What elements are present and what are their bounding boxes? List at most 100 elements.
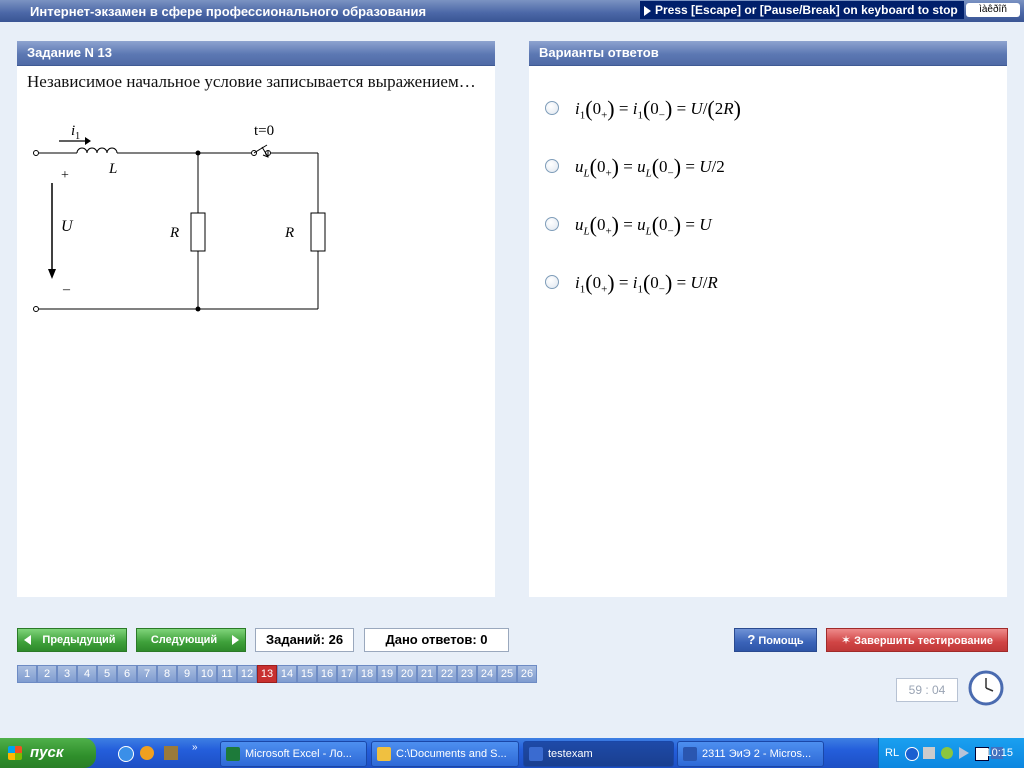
help-button-label: Помощь [758,635,804,647]
page-button-8[interactable]: 8 [157,665,177,683]
label-inductor: L [108,161,117,177]
tray-back-icon[interactable] [905,747,919,761]
page-button-12[interactable]: 12 [237,665,257,683]
printer-icon[interactable] [923,747,935,759]
title-bar: Интернет-экзамен в сфере профессионально… [0,0,1024,22]
page-button-5[interactable]: 5 [97,665,117,683]
taskbar-item-label: Microsoft Excel - Ло... [245,748,352,760]
label-voltage: U [61,218,74,235]
page-button-14[interactable]: 14 [277,665,297,683]
internet-explorer-icon[interactable] [118,746,134,762]
page-button-13[interactable]: 13 [257,665,277,683]
clock-icon [968,670,1004,706]
answer-radio[interactable] [545,159,559,173]
start-button[interactable]: пуск [0,738,96,768]
page-button-11[interactable]: 11 [217,665,237,683]
page-button-15[interactable]: 15 [297,665,317,683]
resistor-r1 [190,212,206,252]
windows-logo-icon [8,746,22,760]
app-shortcut-icon[interactable] [164,746,178,760]
runner-icon: ✶ [840,633,852,647]
page-button-20[interactable]: 20 [397,665,417,683]
taskbar-item[interactable]: 2311 ЭиЭ 2 - Micros... [677,741,824,767]
arrowhead-icon [85,137,91,145]
finish-button[interactable]: ✶ Завершить тестирование [826,628,1008,652]
terminal-bottom [33,306,39,312]
escape-hint: Press [Escape] or [Pause/Break] on keybo… [640,1,964,19]
tasks-counter: Заданий: 26 [255,628,354,652]
tray-app-icon[interactable] [941,747,953,759]
language-indicator: ìàêðîñ [966,3,1020,17]
inductor [76,147,118,154]
tray-clock[interactable]: 10:15 [985,738,1013,768]
label-minus: – [62,282,71,297]
answer-formula: uL(0+) = uL(0−) = U/2 [575,154,725,180]
timer: 59 : 04 [896,678,958,702]
page-button-3[interactable]: 3 [57,665,77,683]
next-button-label: Следующий [150,634,218,646]
page-button-25[interactable]: 25 [497,665,517,683]
escape-hint-text: Press [Escape] or [Pause/Break] on keybo… [655,3,958,17]
page-button-22[interactable]: 22 [437,665,457,683]
taskbar-item-label: C:\Documents and S... [396,748,507,760]
page-button-21[interactable]: 21 [417,665,437,683]
prev-button[interactable]: Предыдущий [17,628,127,652]
question-text: Независимое начальное условие записывает… [27,72,476,91]
answer-radio[interactable] [545,217,559,231]
resistor-r2 [310,212,326,252]
answer-formula: uL(0+) = uL(0−) = U [575,212,712,238]
label-r1: R [169,225,179,241]
prev-button-label: Предыдущий [42,634,116,646]
arrow-left-icon [24,635,31,645]
circuit-diagram: i1 t=0 L + U – R R [33,123,326,312]
window-title: Интернет-экзамен в сфере профессионально… [30,4,427,19]
taskbar-item[interactable]: testexam [523,741,674,767]
arrow-right-icon [232,635,239,645]
play-arrow-icon [644,5,651,16]
page-button-4[interactable]: 4 [77,665,97,683]
taskbar: пуск » Microsoft Excel - Ло... C:\Documen… [0,738,1024,768]
start-label: пуск [30,744,64,761]
page-button-9[interactable]: 9 [177,665,197,683]
taskbar-item-label: 2311 ЭиЭ 2 - Micros... [702,748,812,760]
play-icon[interactable] [959,747,969,759]
answers-counter: Дано ответов: 0 [364,628,509,652]
page-button-6[interactable]: 6 [117,665,137,683]
question-panel: Задание N 13 Независимое начальное услов… [17,41,495,597]
question-header: Задание N 13 [17,41,495,66]
next-button[interactable]: Следующий [136,628,246,652]
answer-formula: i1(0+) = i1(0−) = U/R [575,270,718,296]
app-icon [529,747,543,761]
page-button-16[interactable]: 16 [317,665,337,683]
page-button-18[interactable]: 18 [357,665,377,683]
media-player-icon[interactable] [140,746,154,760]
page-button-19[interactable]: 19 [377,665,397,683]
page-button-24[interactable]: 24 [477,665,497,683]
taskbar-item-label: testexam [548,748,593,760]
taskbar-item[interactable]: C:\Documents and S... [371,741,519,767]
page-button-17[interactable]: 17 [337,665,357,683]
tray-language[interactable]: RL [885,738,899,768]
finish-button-label: Завершить тестирование [854,635,994,647]
arrowhead-icon [48,269,56,279]
excel-icon [226,747,240,761]
label-plus: + [61,168,69,183]
answer-radio[interactable] [545,101,559,115]
label-current: i1 [71,123,80,142]
page-button-10[interactable]: 10 [197,665,217,683]
help-button[interactable]: ? Помощь [734,628,817,652]
label-r2: R [284,225,294,241]
word-icon [683,747,697,761]
taskbar-item[interactable]: Microsoft Excel - Ло... [220,741,367,767]
page-button-26[interactable]: 26 [517,665,537,683]
folder-icon [377,747,391,761]
page-button-7[interactable]: 7 [137,665,157,683]
page-button-23[interactable]: 23 [457,665,477,683]
answers-header: Варианты ответов [529,41,1007,66]
page-button-1[interactable]: 1 [17,665,37,683]
answer-formula: i1(0+) = i1(0−) = U/(2R) [575,96,741,122]
system-tray: RL 10:15 [878,738,1024,768]
answer-radio[interactable] [545,275,559,289]
chevron-double-right-icon[interactable]: » [192,742,198,753]
page-button-2[interactable]: 2 [37,665,57,683]
